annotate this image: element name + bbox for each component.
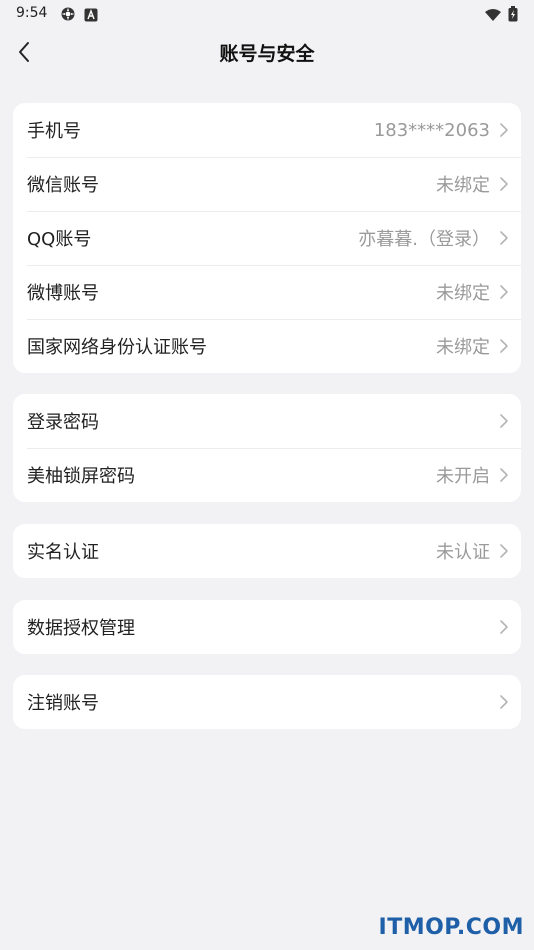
- security-card: 登录密码 美柚锁屏密码 未开启: [13, 394, 521, 502]
- data-auth-card: 数据授权管理: [13, 600, 521, 654]
- row-phone[interactable]: 手机号 183****2063: [13, 103, 521, 157]
- chevron-right-icon: [500, 123, 508, 137]
- cancel-account-card: 注销账号: [13, 675, 521, 729]
- row-cancel-account[interactable]: 注销账号: [13, 675, 521, 729]
- battery-icon: [508, 6, 518, 26]
- row-value: 未绑定: [436, 337, 490, 358]
- row-national-id[interactable]: 国家网络身份认证账号 未绑定: [13, 319, 521, 373]
- row-value: 未认证: [436, 542, 490, 563]
- row-data-authorization[interactable]: 数据授权管理: [13, 600, 521, 654]
- row-lock-screen-password[interactable]: 美柚锁屏密码 未开启: [13, 448, 521, 502]
- row-value: 183****2063: [373, 119, 490, 141]
- nav-bar: 账号与安全: [0, 30, 534, 74]
- row-label: 手机号: [27, 121, 81, 142]
- chevron-right-icon: [500, 620, 508, 634]
- chevron-right-icon: [500, 339, 508, 353]
- row-label: 微博账号: [27, 283, 99, 304]
- row-label: 美柚锁屏密码: [27, 466, 135, 487]
- settings-gear-icon: [60, 6, 76, 26]
- wifi-icon: [484, 7, 502, 26]
- row-value: 未绑定: [436, 175, 490, 196]
- watermark: ITMOP.COM: [378, 915, 524, 940]
- row-value: 未开启: [436, 466, 490, 487]
- verification-card: 实名认证 未认证: [13, 524, 521, 578]
- row-label: 国家网络身份认证账号: [27, 337, 207, 358]
- row-qq[interactable]: QQ账号 亦暮暮.（登录）: [13, 211, 521, 265]
- chevron-right-icon: [500, 695, 508, 709]
- chevron-right-icon: [500, 468, 508, 482]
- chevron-right-icon: [500, 544, 508, 558]
- row-label: 实名认证: [27, 542, 99, 563]
- row-label: 登录密码: [27, 412, 99, 433]
- chevron-right-icon: [500, 177, 508, 191]
- row-label: 数据授权管理: [27, 618, 135, 639]
- row-weibo[interactable]: 微博账号 未绑定: [13, 265, 521, 319]
- row-label: 微信账号: [27, 175, 99, 196]
- status-time: 9:54: [16, 5, 48, 21]
- row-value: 亦暮暮.（登录）: [358, 229, 490, 250]
- accounts-card: 手机号 183****2063 微信账号 未绑定 QQ账号 亦暮暮.（登录） 微…: [13, 103, 521, 373]
- status-bar: 9:54: [0, 0, 534, 28]
- row-login-password[interactable]: 登录密码: [13, 394, 521, 448]
- chevron-right-icon: [500, 285, 508, 299]
- chevron-right-icon: [500, 231, 508, 245]
- row-real-name[interactable]: 实名认证 未认证: [13, 524, 521, 578]
- row-wechat[interactable]: 微信账号 未绑定: [13, 157, 521, 211]
- row-value: 未绑定: [436, 283, 490, 304]
- text-a-icon: [84, 7, 98, 26]
- status-icons-left: [60, 6, 98, 26]
- status-icons-right: [484, 6, 518, 26]
- row-label: 注销账号: [27, 693, 99, 714]
- row-label: QQ账号: [27, 229, 92, 250]
- page-title: 账号与安全: [219, 43, 315, 65]
- chevron-right-icon: [500, 414, 508, 428]
